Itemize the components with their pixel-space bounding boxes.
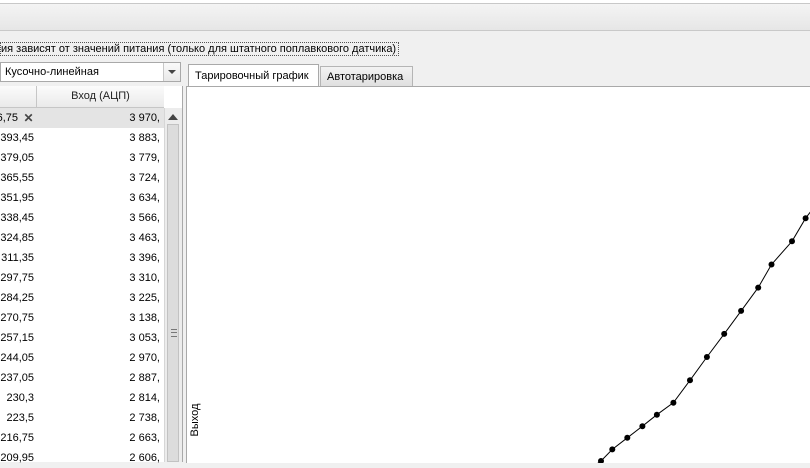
table-row[interactable]: 365,55 3 724, — [0, 168, 164, 188]
table-row[interactable]: 216,75 2 663, — [0, 428, 164, 448]
cell-output[interactable]: 324,85 — [0, 228, 34, 248]
cell-input[interactable]: 2 606, — [129, 448, 160, 468]
data-point[interactable] — [670, 399, 677, 406]
cell-input[interactable]: 3 779, — [129, 148, 160, 168]
interpolation-select[interactable]: Кусочно-линейная — [0, 62, 181, 82]
column-header-input[interactable]: Вход (АЦП) — [37, 86, 164, 107]
cell-input[interactable]: 3 053, — [129, 328, 160, 348]
data-point[interactable] — [624, 434, 631, 441]
table-body: ✕6,753 970,393,453 883,379,053 779,365,5… — [0, 108, 164, 468]
cell-output[interactable]: 216,75 — [0, 428, 34, 448]
cell-output[interactable]: 244,05 — [0, 348, 34, 368]
cell-output[interactable]: 338,45 — [0, 208, 34, 228]
cell-output[interactable]: 230,3 — [0, 388, 34, 408]
series-line — [597, 211, 810, 463]
cell-input[interactable]: 2 970, — [129, 348, 160, 368]
table-row[interactable]: 297,75 3 310, — [0, 268, 164, 288]
chart-panel: Выход — [186, 86, 810, 463]
table-row[interactable]: 270,75 3 138, — [0, 308, 164, 328]
table-row[interactable]: 311,35 3 396, — [0, 248, 164, 268]
cell-input[interactable]: 3 970, — [129, 108, 160, 128]
cell-input[interactable]: 3 883, — [129, 128, 160, 148]
calibration-chart — [597, 211, 810, 463]
table-row[interactable]: 244,05 2 970, — [0, 348, 164, 368]
cell-output[interactable]: 257,15 — [0, 328, 34, 348]
data-point[interactable] — [738, 307, 745, 314]
table-row[interactable]: 351,95 3 634, — [0, 188, 164, 208]
calibration-table: Вход (АЦП) ✕6,753 970,393,453 883,379,05… — [0, 86, 183, 464]
table-row-filter[interactable]: ✕ 6,75 3 970, — [0, 108, 164, 128]
cell-input[interactable]: 2 814, — [129, 388, 160, 408]
cell-output[interactable]: 393,45 — [0, 128, 34, 148]
cell-input[interactable]: 3 138, — [129, 308, 160, 328]
data-point[interactable] — [687, 377, 693, 384]
cell-input[interactable]: 3 396, — [129, 248, 160, 268]
scrollbar-thumb[interactable] — [167, 124, 179, 462]
close-icon[interactable]: ✕ — [22, 112, 35, 124]
cell-output[interactable]: 351,95 — [0, 188, 34, 208]
cell-input[interactable]: 3 463, — [129, 228, 160, 248]
cell-output[interactable]: 297,75 — [0, 268, 34, 288]
table-scrollbar[interactable] — [164, 108, 182, 462]
cell-output[interactable]: 223,5 — [0, 408, 34, 428]
tab-auto-calibration[interactable]: Автотарировка — [320, 66, 413, 86]
table-row[interactable]: 393,45 3 883, — [0, 128, 164, 148]
header-band — [0, 4, 810, 31]
data-point[interactable] — [802, 215, 809, 222]
cell-output[interactable]: 237,05 — [0, 368, 34, 388]
cell-input[interactable]: 2 738, — [129, 408, 160, 428]
column-header-output[interactable] — [0, 86, 37, 107]
cell-output[interactable]: 6,75 — [0, 108, 18, 128]
cell-input[interactable]: 3 566, — [129, 208, 160, 228]
table-row[interactable]: 237,05 2 887, — [0, 368, 164, 388]
supply-dependency-option[interactable]: ия зависят от значений питания (только д… — [0, 40, 400, 58]
cell-input[interactable]: 3 724, — [129, 168, 160, 188]
data-point[interactable] — [721, 330, 728, 337]
cell-input[interactable]: 3 634, — [129, 188, 160, 208]
interpolation-value: Кусочно-линейная — [5, 66, 99, 78]
table-row[interactable]: 223,5 2 738, — [0, 408, 164, 428]
table-row[interactable]: 257,15 3 053, — [0, 328, 164, 348]
cell-output[interactable]: 270,75 — [0, 308, 34, 328]
arrow-up-icon[interactable] — [168, 114, 178, 120]
table-row[interactable]: 284,25 3 225, — [0, 288, 164, 308]
table-row[interactable]: 230,3 2 814, — [0, 388, 164, 408]
data-point[interactable] — [703, 354, 710, 360]
data-point[interactable] — [639, 423, 646, 430]
data-point[interactable] — [653, 411, 660, 418]
cell-output[interactable]: 365,55 — [0, 168, 34, 188]
table-row[interactable]: 379,05 3 779, — [0, 148, 164, 168]
table-row[interactable]: 324,85 3 463, — [0, 228, 164, 248]
cell-output[interactable]: 284,25 — [0, 288, 34, 308]
table-header: Вход (АЦП) — [0, 86, 164, 108]
tab-calibration-chart[interactable]: Тарировочный график — [188, 64, 319, 86]
data-point[interactable] — [789, 238, 795, 245]
cell-input[interactable]: 3 225, — [129, 288, 160, 308]
data-point[interactable] — [755, 284, 762, 291]
cell-input[interactable]: 2 887, — [129, 368, 160, 388]
cell-output[interactable]: 379,05 — [0, 148, 34, 168]
grip-icon — [171, 329, 177, 337]
data-point[interactable] — [609, 446, 616, 453]
cell-input[interactable]: 3 310, — [129, 268, 160, 288]
supply-dependency-label[interactable]: ия зависят от значений питания (только д… — [0, 42, 400, 56]
table-row[interactable]: 209,95 2 606, — [0, 448, 164, 468]
data-point[interactable] — [768, 261, 775, 268]
cell-output[interactable]: 209,95 — [0, 448, 34, 468]
cell-output[interactable]: 311,35 — [0, 248, 34, 268]
chevron-down-icon[interactable] — [163, 63, 180, 81]
cell-input[interactable]: 2 663, — [129, 428, 160, 448]
y-axis-label: Выход — [189, 403, 201, 437]
table-row[interactable]: 338,45 3 566, — [0, 208, 164, 228]
